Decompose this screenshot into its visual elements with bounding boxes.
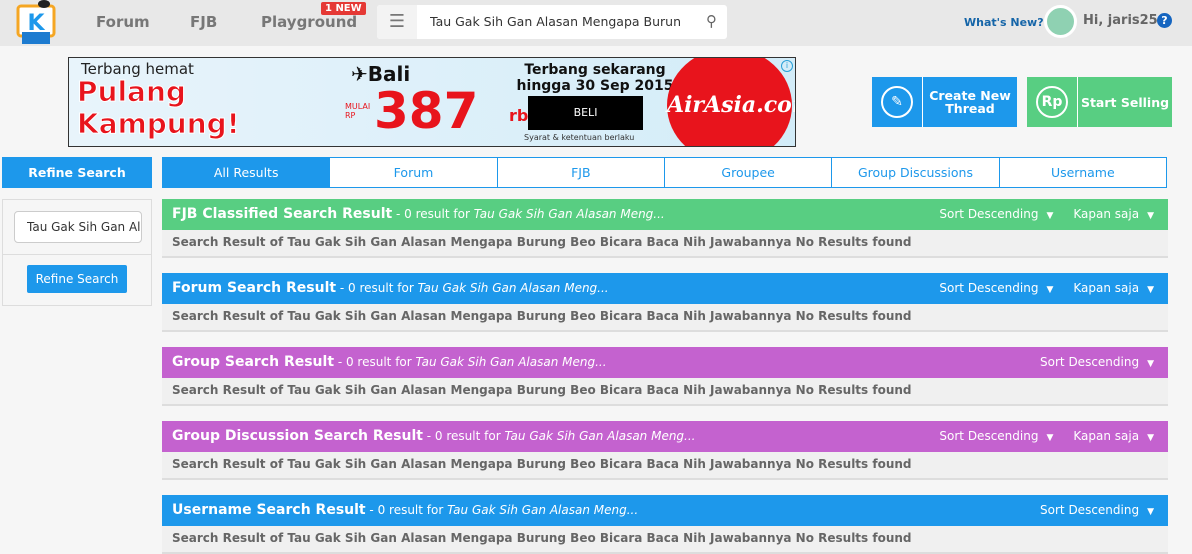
tab-all-results[interactable]: All Results [163,158,330,187]
tab-username[interactable]: Username [998,158,1166,187]
result-tabs: All Results Forum FJB Groupee Group Disc… [162,157,1167,188]
section-body: Search Result of Tau Gak Sih Gan Alasan … [162,230,1168,258]
start-selling-button[interactable]: Rp Start Selling [1027,77,1172,127]
help-icon[interactable]: ? [1157,13,1172,28]
sort-dropdown[interactable]: Sort Descending ▼ [1040,503,1154,517]
hamburger-menu-icon[interactable]: ☰ [377,5,417,39]
section-body: Search Result of Tau Gak Sih Gan Alasan … [162,526,1168,554]
create-thread-button[interactable]: ✎ Create New Thread [872,77,1017,127]
tab-groupee[interactable]: Groupee [663,158,832,187]
section-title: Forum Search Result - 0 result for Tau G… [172,280,609,296]
caret-down-icon: ▼ [1147,433,1154,443]
sort-dropdown[interactable]: Sort Descending ▼ [939,281,1053,295]
time-dropdown[interactable]: Kapan saja ▼ [1073,207,1154,221]
section-body: Search Result of Tau Gak Sih Gan Alasan … [162,452,1168,480]
ad-beli-button[interactable]: BELI [528,96,643,130]
ad-headline: Pulang Kampung! [77,75,240,140]
sort-dropdown[interactable]: Sort Descending ▼ [939,429,1053,443]
start-selling-label: Start Selling [1080,94,1170,110]
tab-forum[interactable]: Forum [329,158,497,187]
avatar[interactable] [1044,5,1077,38]
refine-search-button[interactable]: Refine Search [27,265,127,293]
section-header: FJB Classified Search Result - 0 result … [162,199,1168,230]
ad-terms: Syarat & ketentuan berlaku [524,133,635,142]
group-result-section: Group Search Result - 0 result for Tau G… [162,347,1168,406]
sort-dropdown[interactable]: Sort Descending ▼ [1040,355,1154,369]
section-header: Group Discussion Search Result - 0 resul… [162,421,1168,452]
ad-info-icon[interactable]: i [781,60,793,72]
nav-forum[interactable]: Forum [96,13,150,31]
group-discussion-result-section: Group Discussion Search Result - 0 resul… [162,421,1168,480]
search-input[interactable]: Tau Gak Sih Gan Alasan Mengapa Burung Be… [430,14,680,29]
section-header: Forum Search Result - 0 result for Tau G… [162,273,1168,304]
create-thread-label: Create New Thread [929,88,1011,116]
refine-search-heading: Refine Search [2,157,152,188]
section-header: Username Search Result - 0 result for Ta… [162,495,1168,526]
section-title: Username Search Result - 0 result for Ta… [172,502,639,518]
search-icon[interactable]: ⚲ [706,12,717,30]
nav-playground[interactable]: Playground [261,13,357,31]
caret-down-icon: ▼ [1147,211,1154,221]
caret-down-icon: ▼ [1046,433,1054,443]
caret-down-icon: ▼ [1046,285,1054,295]
caret-down-icon: ▼ [1147,285,1154,295]
section-body: Search Result of Tau Gak Sih Gan Alasan … [162,304,1168,332]
airasia-logo: AirAsia.com [667,58,795,146]
ad-cta-text: Terbang sekarang hingga 30 Sep 2015 [516,62,674,94]
caret-down-icon: ▼ [1147,507,1154,517]
caret-down-icon: ▼ [1147,359,1154,369]
nav-fjb[interactable]: FJB [190,13,217,31]
section-title: Group Discussion Search Result - 0 resul… [172,428,696,444]
caret-down-icon: ▼ [1046,211,1054,221]
tab-group-discussions[interactable]: Group Discussions [831,158,999,187]
search-bar: ☰ Tau Gak Sih Gan Alasan Mengapa Burung … [377,5,727,39]
airasia-ad-banner[interactable]: Terbang hemat Pulang Kampung! ✈Bali MULAI… [68,57,796,147]
time-dropdown[interactable]: Kapan saja ▼ [1073,429,1154,443]
section-title: Group Search Result - 0 result for Tau G… [172,354,607,370]
username-result-section: Username Search Result - 0 result for Ta… [162,495,1168,554]
user-greeting[interactable]: Hi, jaris25 [1083,13,1158,28]
ad-mulai: MULAI RP [345,102,371,120]
sort-dropdown[interactable]: Sort Descending ▼ [939,207,1053,221]
section-header: Group Search Result - 0 result for Tau G… [162,347,1168,378]
kaskus-logo[interactable]: K [8,0,64,46]
fjb-classified-result-section: FJB Classified Search Result - 0 result … [162,199,1168,258]
ad-price: 387 [374,82,479,140]
refine-search-panel: Refine Search [2,199,152,306]
pencil-icon: ✎ [881,86,913,118]
section-title: FJB Classified Search Result - 0 result … [172,206,665,222]
new-badge: 1 NEW [321,2,366,15]
time-dropdown[interactable]: Kapan saja ▼ [1073,281,1154,295]
whats-new-link[interactable]: What's New? [964,16,1044,29]
tab-fjb[interactable]: FJB [496,158,664,187]
section-body: Search Result of Tau Gak Sih Gan Alasan … [162,378,1168,406]
forum-result-section: Forum Search Result - 0 result for Tau G… [162,273,1168,332]
ad-unit: rb [509,106,529,125]
rupiah-icon: Rp [1036,86,1068,118]
top-header: K Forum FJB Playground 1 NEW ☰ Tau Gak S… [0,0,1192,46]
refine-search-input[interactable] [14,211,142,243]
